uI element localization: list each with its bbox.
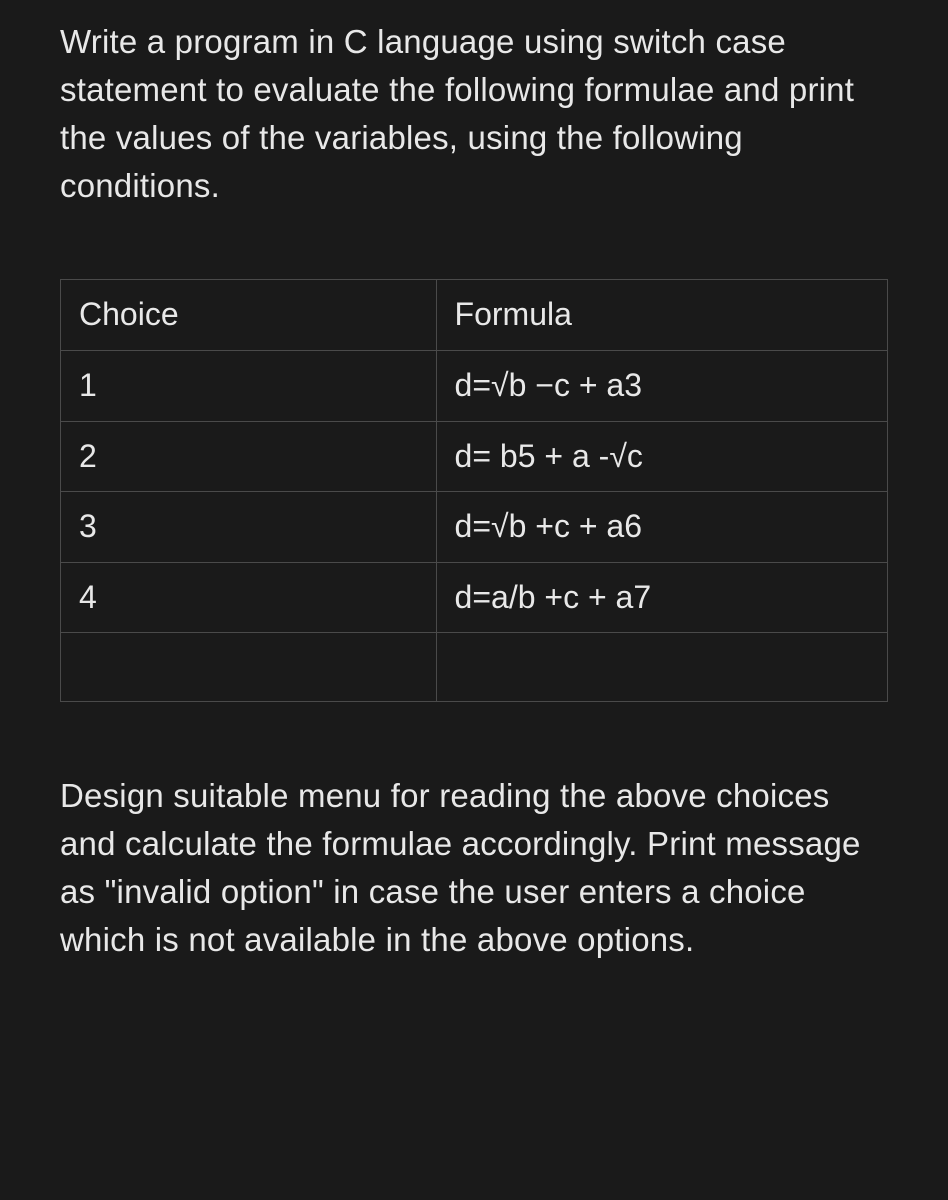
cell-formula <box>436 633 887 702</box>
table-row: 3 d=√b +c + a6 <box>61 492 888 563</box>
cell-choice: 4 <box>61 562 437 633</box>
question-page: Write a program in C language using swit… <box>0 0 948 964</box>
cell-choice: 2 <box>61 421 437 492</box>
question-intro-text: Write a program in C language using swit… <box>60 18 888 209</box>
table-row-empty <box>61 633 888 702</box>
formula-table: Choice Formula 1 d=√b −c + a3 2 d= b5 + … <box>60 279 888 702</box>
table-row: 1 d=√b −c + a3 <box>61 350 888 421</box>
table-header-row: Choice Formula <box>61 280 888 351</box>
cell-choice: 1 <box>61 350 437 421</box>
cell-choice <box>61 633 437 702</box>
cell-formula: d= b5 + a -√c <box>436 421 887 492</box>
question-outro-text: Design suitable menu for reading the abo… <box>60 772 888 963</box>
header-choice: Choice <box>61 280 437 351</box>
cell-choice: 3 <box>61 492 437 563</box>
table-row: 4 d=a/b +c + a7 <box>61 562 888 633</box>
header-formula: Formula <box>436 280 887 351</box>
table-row: 2 d= b5 + a -√c <box>61 421 888 492</box>
cell-formula: d=√b +c + a6 <box>436 492 887 563</box>
cell-formula: d=√b −c + a3 <box>436 350 887 421</box>
cell-formula: d=a/b +c + a7 <box>436 562 887 633</box>
